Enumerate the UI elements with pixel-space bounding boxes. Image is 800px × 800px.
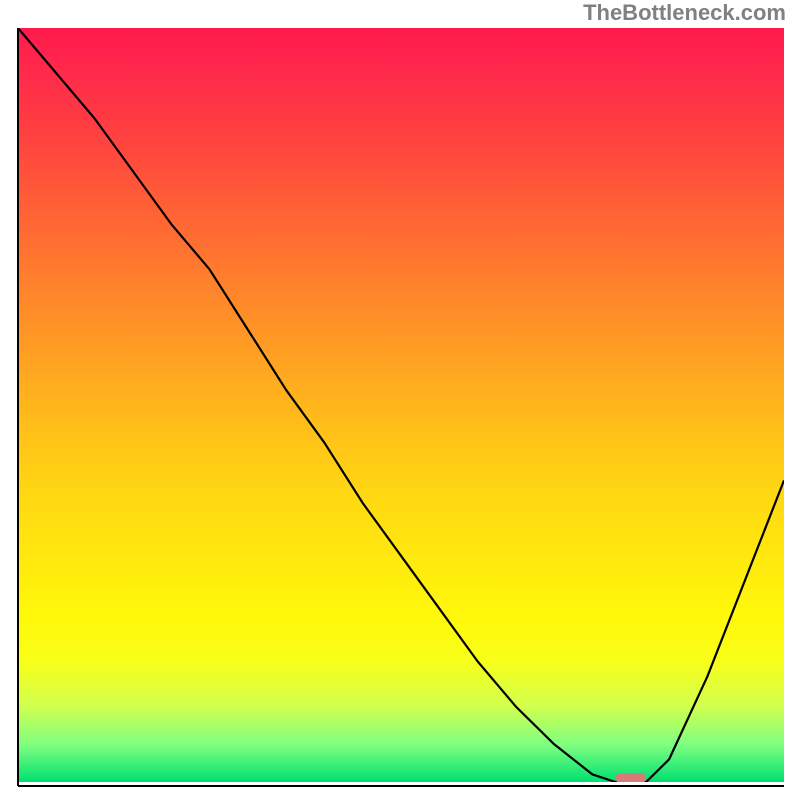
plot-gradient-area	[18, 28, 784, 782]
plot-bottom-strip	[18, 782, 784, 786]
chart-container: TheBottleneck.com	[0, 0, 800, 800]
watermark-text: TheBottleneck.com	[583, 0, 786, 26]
